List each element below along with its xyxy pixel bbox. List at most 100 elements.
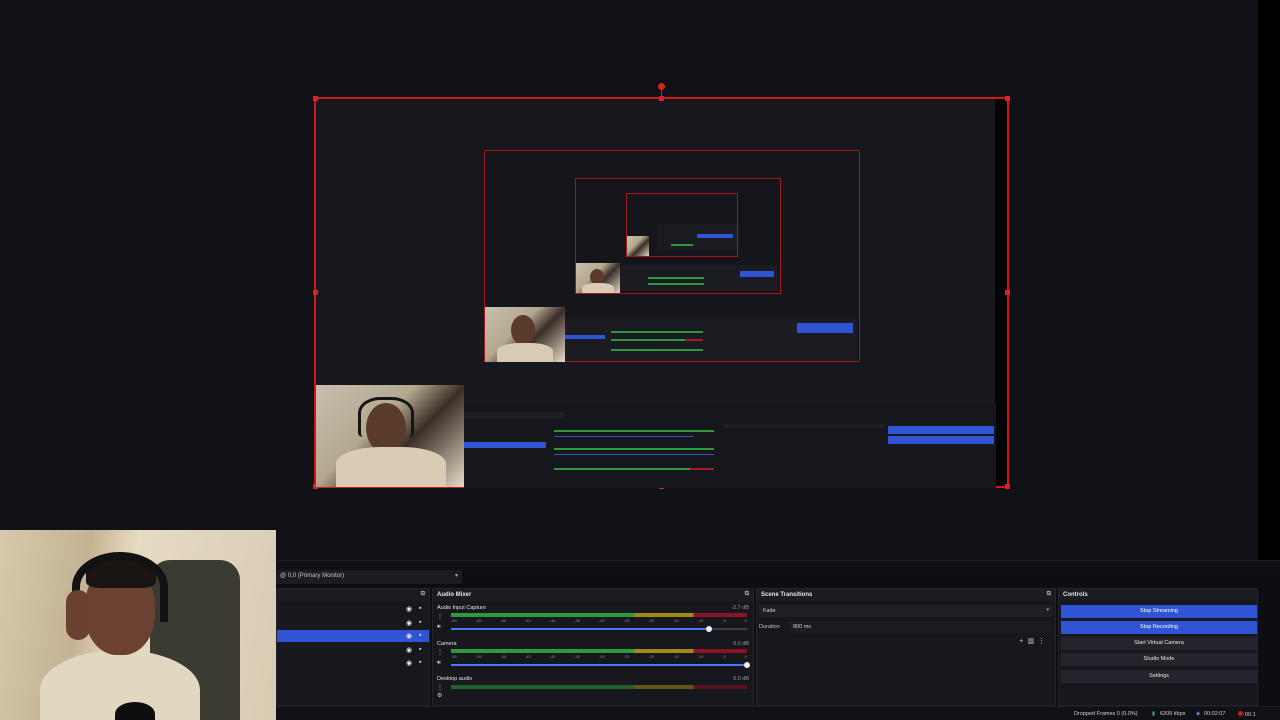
meter-tick-label: -50	[500, 654, 507, 659]
nested-preview-1	[484, 150, 860, 362]
volume-meter	[451, 613, 747, 617]
resize-handle-l[interactable]	[313, 290, 318, 295]
monitor-label: @ 0,0 (Primary Monitor)	[280, 573, 345, 579]
source-row[interactable]: ◉ ▪	[277, 657, 429, 669]
audio-mixer-title: Audio Mixer ⧉	[433, 589, 753, 601]
resize-handle-tr[interactable]	[1005, 96, 1010, 101]
signal-icon: ▮	[1152, 711, 1156, 717]
lock-icon[interactable]: ▪	[419, 605, 421, 612]
dock-pin-icon[interactable]: ⧉	[745, 591, 749, 598]
eye-icon[interactable]: ◉	[406, 632, 412, 640]
transition-toolbar: +▥⋮	[1019, 637, 1049, 645]
nested-webcam-2	[576, 263, 620, 293]
meter-tick-label: -5	[722, 618, 726, 623]
volume-slider-knob[interactable]	[705, 626, 712, 632]
preview-canvas[interactable]	[0, 0, 1258, 560]
record-icon	[1238, 711, 1243, 716]
captured-obs-docks	[464, 404, 996, 488]
meter-tick-label: -30	[598, 618, 605, 623]
meter-tick-label: -35	[574, 654, 581, 659]
dock-splitter[interactable]	[276, 560, 1280, 570]
scene-transitions-title: Scene Transitions ⧉	[757, 589, 1055, 601]
speaker-icon[interactable]: 🔊︎	[437, 660, 441, 667]
eye-icon[interactable]: ◉	[406, 619, 412, 627]
volume-slider-fill	[451, 628, 709, 630]
transition-select[interactable]: Fade ▾	[759, 605, 1053, 617]
source-row[interactable]: ◉ ▪	[277, 603, 429, 615]
resize-handle-br[interactable]	[1005, 484, 1010, 489]
controls-dock: Controls Stop Streaming Stop Recording S…	[1058, 588, 1258, 706]
eye-icon[interactable]: ◉	[406, 605, 412, 613]
volume-slider[interactable]	[451, 662, 750, 668]
gear-icon[interactable]: ⚙︎	[437, 692, 442, 699]
dock-pin-icon[interactable]: ⧉	[421, 591, 425, 598]
resize-handle-tl[interactable]	[313, 96, 318, 101]
meter-tick-label: -55	[475, 654, 482, 659]
sources-dock: ⧉ ◉ ▪ ◉ ▪ ◉ ▪ ◉ ▪ ◉ ▪	[276, 588, 430, 706]
meter-tick-label: -20	[648, 654, 655, 659]
channel-name: Desktop audio	[437, 676, 473, 682]
studio-mode-button[interactable]: Studio Mode	[1061, 653, 1257, 666]
more-icon[interactable]: ⋮	[1038, 638, 1049, 645]
volume-slider[interactable]	[451, 626, 747, 632]
scene-transitions-dock: Scene Transitions ⧉ Fade ▾ Duration 800 …	[756, 588, 1056, 706]
dropped-frames: Dropped Frames 0 (0.0%)	[1074, 711, 1138, 717]
rotation-handle[interactable]	[658, 83, 665, 90]
meter-tick-label: -35	[574, 618, 581, 623]
recording-indicator: 00:1	[1238, 711, 1256, 718]
channel-db: 0.0 dB	[733, 641, 749, 647]
sources-dock-title: ⧉	[277, 589, 429, 601]
meter-tick-label: -20	[648, 618, 655, 623]
nested-webcam-3	[627, 236, 649, 256]
eye-icon[interactable]: ◉	[406, 646, 412, 654]
resize-handle-r[interactable]	[1005, 290, 1010, 295]
settings-button[interactable]: Settings	[1061, 670, 1257, 683]
monitor-select[interactable]: @ 0,0 (Primary Monitor) ▾	[276, 570, 462, 584]
meter-tick-label: -25	[623, 618, 630, 623]
meter-tick-label: -40	[549, 618, 556, 623]
channel-menu-icon[interactable]: ⋮	[437, 613, 443, 620]
eye-icon[interactable]: ◉	[406, 659, 412, 667]
start-virtual-camera-button[interactable]: Start Virtual Camera	[1061, 637, 1257, 650]
meter-tick-label: -10	[697, 654, 704, 659]
preview-edge-strip	[1258, 0, 1280, 560]
meter-tick-label: -45	[524, 618, 531, 623]
source-row[interactable]: ◉ ▪	[277, 617, 429, 629]
lock-icon[interactable]: ▪	[419, 632, 421, 639]
meter-tick-label: -40	[549, 654, 556, 659]
meter-tick-label: -60	[451, 654, 457, 659]
nested-ui-1	[565, 319, 857, 361]
status-bar: Dropped Frames 0 (0.0%) ▮ 6209 kbps ◈ 00…	[276, 706, 1280, 720]
meter-tick-label: 0	[744, 654, 747, 659]
nested-webcam-1	[485, 307, 565, 362]
meter-ticks: -60 -55 -50 -45 -40 -35 -30 -25 -20 -15 -10 -5 0	[451, 654, 747, 660]
volume-slider-fill	[451, 664, 747, 666]
lock-icon[interactable]: ▪	[419, 619, 421, 626]
meter-ticks: -60 -55 -50 -45 -40 -35 -30 -25 -20 -15 -10 -5 0	[451, 618, 747, 624]
nested-ui-2	[620, 265, 778, 291]
volume-slider-knob[interactable]	[744, 662, 750, 668]
lock-icon[interactable]: ▪	[419, 646, 421, 653]
source-row-selected[interactable]: ◉ ▪	[277, 630, 429, 642]
source-row[interactable]: ◉ ▪	[277, 644, 429, 656]
channel-menu-icon[interactable]: ⋮	[437, 649, 443, 656]
resize-handle-t[interactable]	[659, 96, 664, 101]
rec-time: 00:1	[1245, 712, 1256, 718]
meter-tick-label: 0	[744, 618, 747, 623]
duration-input[interactable]: 800 ms	[789, 621, 1051, 633]
lock-icon[interactable]: ▪	[419, 659, 421, 666]
mixer-channel-camera: Camera 0.0 dB -60 -55 -50 -45 -40 -35 -30 -25 -2…	[437, 641, 750, 675]
duration-value: 800 ms	[793, 624, 812, 630]
transition-select-value: Fade	[763, 608, 776, 614]
nested-preview-2	[575, 178, 781, 294]
nested-ui-3	[657, 224, 737, 250]
dock-pin-icon[interactable]: ⧉	[1047, 591, 1051, 598]
chevron-down-icon: ▾	[454, 573, 458, 579]
webcam-overlay	[0, 530, 276, 720]
stop-recording-button[interactable]: Stop Recording	[1061, 621, 1257, 634]
speaker-icon[interactable]: 🔊︎	[437, 624, 441, 631]
stop-streaming-button[interactable]: Stop Streaming	[1061, 605, 1257, 618]
trash-icon[interactable]: ▥	[1027, 638, 1038, 645]
channel-menu-icon[interactable]: ⋮	[437, 684, 443, 691]
selected-display-capture-source[interactable]	[313, 83, 1010, 489]
